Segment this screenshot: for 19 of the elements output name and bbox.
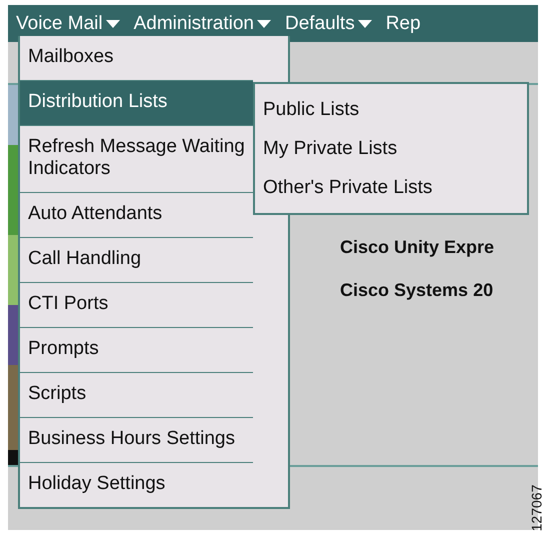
menu-bar-item[interactable]: Voice Mail	[16, 12, 120, 34]
menu-bar-item[interactable]: Administration	[134, 12, 271, 34]
page-heading: Cisco Systems 20	[340, 280, 494, 301]
menu-item[interactable]: My Private Lists	[255, 129, 527, 168]
menu-item[interactable]: Holiday Settings	[20, 462, 253, 507]
menu-item[interactable]: Mailboxes	[20, 36, 288, 80]
menu-item[interactable]: Auto Attendants	[20, 192, 253, 237]
menu-item[interactable]: Public Lists	[255, 90, 527, 129]
menu-item[interactable]: Scripts	[20, 372, 253, 417]
menu-item[interactable]: Other's Private Lists	[255, 168, 527, 207]
menu-item[interactable]: Business Hours Settings	[20, 417, 253, 462]
page-heading: Cisco Unity Expre	[340, 236, 494, 258]
figure-number: 127067	[528, 484, 544, 532]
menu-item[interactable]: Distribution Lists	[20, 80, 253, 125]
menu-bar-item[interactable]: Rep	[386, 12, 421, 34]
menu-item[interactable]: Call Handling	[20, 237, 253, 282]
menu-item[interactable]: Prompts	[20, 327, 253, 372]
menu-bar-item[interactable]: Defaults	[285, 12, 372, 34]
menu-item[interactable]: CTI Ports	[20, 282, 253, 327]
